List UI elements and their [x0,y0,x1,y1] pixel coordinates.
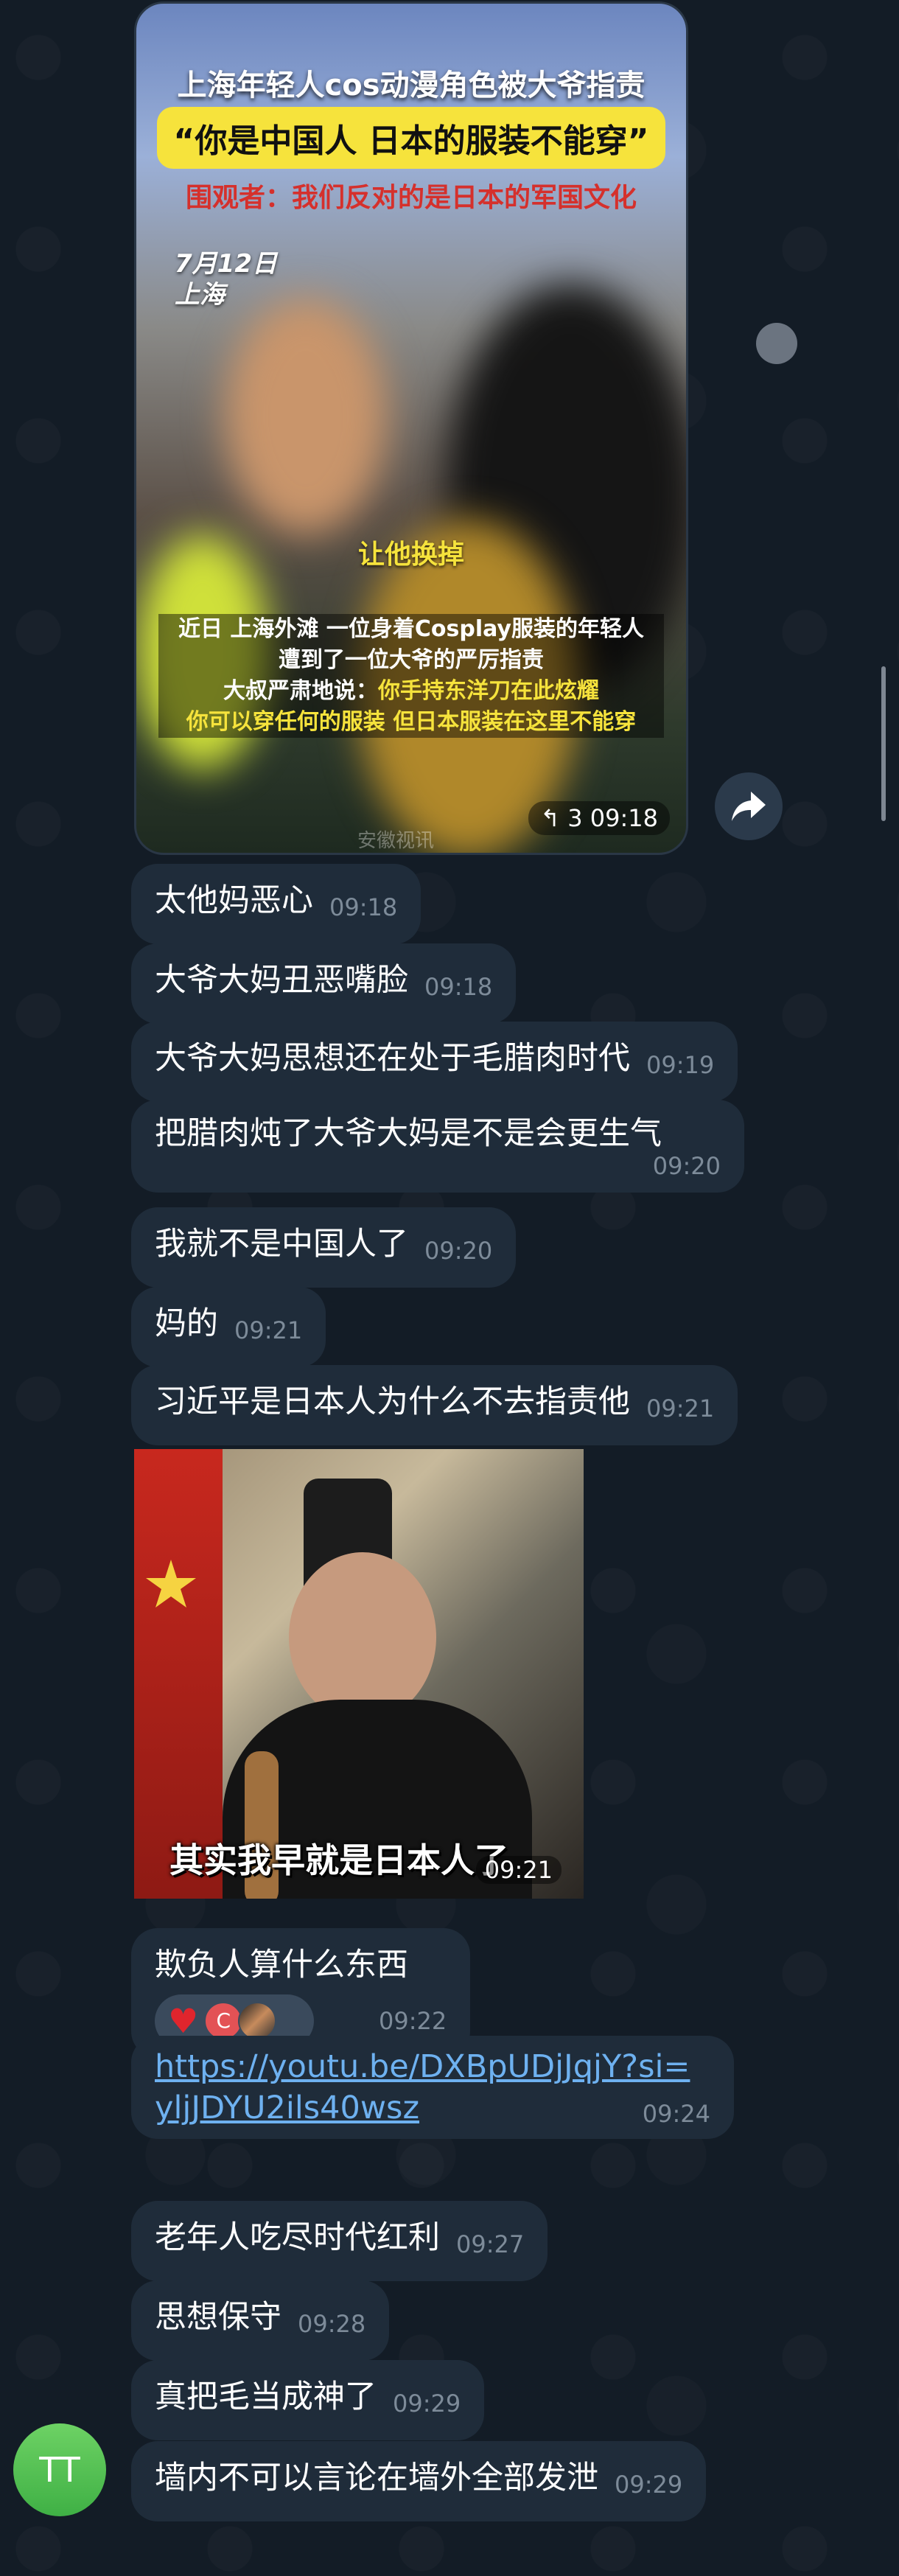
message-time: 09:18 [424,973,493,1001]
message-bubble[interactable]: https://youtu.be/DXBpUDjJqjY?si= yljJDYU… [131,2036,734,2139]
message-bubble[interactable]: 习近平是日本人为什么不去指责他 09:21 [131,1365,738,1445]
message-time: 09:21 [475,1856,562,1884]
youtube-link[interactable]: https://youtu.be/DXBpUDjJqjY?si= [155,2046,710,2087]
message-text: 习近平是日本人为什么不去指责他 [155,1383,630,1420]
face-shape [289,1552,436,1722]
message-bubble[interactable]: 我就不是中国人了 09:20 [131,1207,517,1288]
flag-shape [134,1449,223,1899]
caption-prefix: 大叔严肃地说： [223,678,378,704]
video-caption: 近日 上海外滩 一位身着Cosplay服装的年轻人 遭到了一位大爷的严厉指责 大… [158,614,664,738]
video-subtitle: 围观者：我们反对的是日本的军国文化 [185,183,637,213]
message-time: 09:29 [615,2471,683,2499]
message-text: 老年人吃尽时代红利 [155,2219,440,2256]
video-caption-line: 你可以穿任何的服装 但日本服装在这里不能穿 [186,709,637,735]
message-text: 欺负人算什么东西 [155,1947,408,1983]
floating-circle [756,323,797,364]
heart-icon: ♥ [168,2001,199,2041]
video-blur-figure [225,299,387,534]
video-date-day: 7月12日 [175,249,277,279]
message-text: 思想保守 [155,2299,281,2336]
message-time: 09:21 [234,1316,303,1344]
message-bubble[interactable]: 太他妈恶心 09:18 [131,864,421,944]
message-time: 09:21 [646,1395,715,1423]
message-text: 妈的 [155,1305,218,1342]
video-caption-line: 近日 上海外滩 一位身着Cosplay服装的年轻人 [178,616,644,642]
message-time: 09:27 [456,2230,525,2258]
message-bubble[interactable]: 真把毛当成神了 09:29 [131,2360,485,2440]
message-time: 09:28 [298,2310,366,2338]
message-text: 墙内不可以言论在墙外全部发泄 [155,2460,598,2496]
message-bubble[interactable]: 墙内不可以言论在墙外全部发泄 09:29 [131,2441,707,2521]
scrollbar[interactable] [881,666,886,821]
message-time: 09:29 [393,2390,461,2418]
photo-caption: 其实我早就是日本人了 [169,1840,508,1880]
reaction-avatar: C [204,2002,243,2040]
video-title: 上海年轻人cos动漫角色被大爷指责 [177,69,646,102]
message-text: 太他妈恶心 [155,882,313,919]
message-bubble[interactable]: 大爷大妈思想还在处于毛腊肉时代 09:19 [131,1022,738,1102]
message-text: 把腊肉炖了大爷大妈是不是会更生气 [155,1115,662,1152]
video-meta: ↰ 3 09:18 [528,801,670,835]
message-bubble[interactable]: 大爷大妈丑恶嘴脸 09:18 [131,943,517,1024]
message-bubble[interactable]: 思想保守 09:28 [131,2280,390,2361]
video-message[interactable]: 上海年轻人cos动漫角色被大爷指责 “你是中国人 日本的服装不能穿” 围观者：我… [134,1,688,855]
reaction-avatar-photo [238,2002,277,2040]
message-bubble[interactable]: 老年人吃尽时代红利 09:27 [131,2201,548,2281]
video-quote: “你是中国人 日本的服装不能穿” [157,107,665,169]
message-bubble[interactable]: 把腊肉炖了大爷大妈是不是会更生气 09:20 [131,1100,744,1193]
share-arrow-icon [732,792,766,821]
forward-count: ↰ 3 [540,804,583,832]
video-caption-top: 让他换掉 [357,540,464,570]
link-line-row: yljJDYU2ils40wsz 09:24 [155,2087,710,2129]
sender-avatar[interactable]: TT [13,2423,106,2516]
message-time: 09:20 [424,1237,493,1265]
message-text: 我就不是中国人了 [155,1226,408,1263]
video-date: 7月12日 上海 [175,248,277,310]
message-time: 09:18 [590,804,658,832]
youtube-link-cont[interactable]: yljJDYU2ils40wsz [155,2087,419,2129]
message-time: 09:24 [642,2100,710,2128]
share-button[interactable] [715,772,783,840]
caption-highlight: 你手持东洋刀在此炫耀 [378,678,599,704]
message-text: 真把毛当成神了 [155,2378,377,2415]
message-time: 09:20 [652,1152,721,1180]
video-date-place: 上海 [175,280,225,310]
video-caption-line: 遭到了一位大爷的严厉指责 [279,647,544,673]
message-text: 大爷大妈丑恶嘴脸 [155,962,408,999]
photo-message[interactable]: 其实我早就是日本人了 09:21 [134,1449,584,1899]
message-time: 09:18 [329,893,398,921]
message-time: 09:19 [646,1051,715,1079]
video-watermark: 安徽视讯 [357,830,435,852]
message-text: 大爷大妈思想还在处于毛腊肉时代 [155,1040,630,1077]
flag-star-icon [146,1560,196,1608]
message-bubble[interactable]: 妈的 09:21 [131,1287,326,1367]
video-caption-line: 大叔严肃地说：你手持东洋刀在此炫耀 [158,676,664,707]
